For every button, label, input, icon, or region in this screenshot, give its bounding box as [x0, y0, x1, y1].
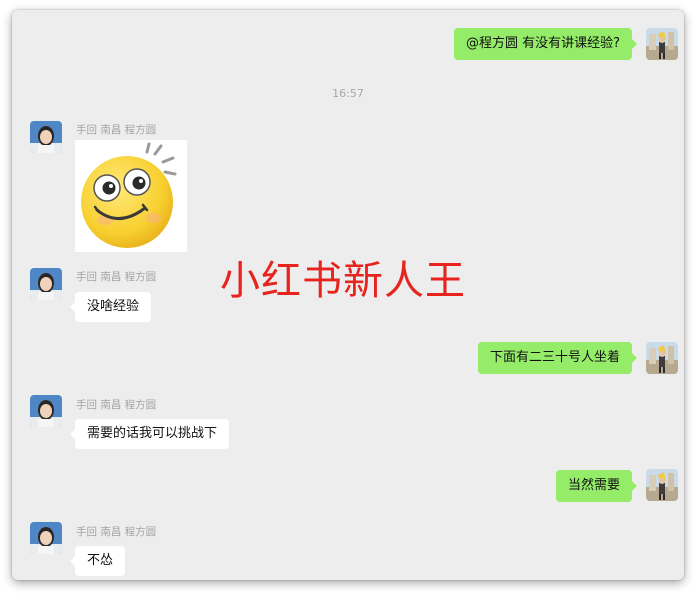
message-bubble-outgoing[interactable]: @程方圆 有没有讲课经验?	[453, 28, 638, 60]
message-bubble-outgoing[interactable]: 当然需要	[555, 470, 638, 502]
sender-name: 手回 南昌 程方圆	[76, 399, 157, 411]
sender-name: 手回 南昌 程方圆	[76, 271, 157, 283]
message-bubble-outgoing[interactable]: 下面有二三十号人坐着	[477, 342, 638, 374]
message-bubble-incoming[interactable]: 没啥经验	[69, 292, 152, 322]
watermark-text: 小红书新人王	[220, 258, 466, 304]
contact-avatar[interactable]	[30, 522, 62, 554]
sender-name: 手回 南昌 程方圆	[76, 124, 157, 136]
message-timestamp: 16:57	[332, 87, 364, 100]
smiling-face-sticker-icon	[81, 142, 177, 248]
message-bubble-incoming[interactable]: 不怂	[69, 546, 126, 576]
sender-name: 手回 南昌 程方圆	[76, 526, 157, 538]
my-avatar[interactable]	[646, 28, 678, 60]
contact-avatar[interactable]	[30, 268, 62, 300]
my-avatar[interactable]	[646, 342, 678, 374]
contact-avatar[interactable]	[30, 395, 62, 427]
sticker-message[interactable]	[75, 140, 187, 252]
message-bubble-incoming[interactable]: 需要的话我可以挑战下	[69, 419, 230, 449]
chat-window: @程方圆 有没有讲课经验? 16:57 手回 南昌 程方圆 手回 南昌 程方圆 …	[12, 10, 684, 580]
contact-avatar[interactable]	[30, 121, 62, 153]
my-avatar[interactable]	[646, 469, 678, 501]
